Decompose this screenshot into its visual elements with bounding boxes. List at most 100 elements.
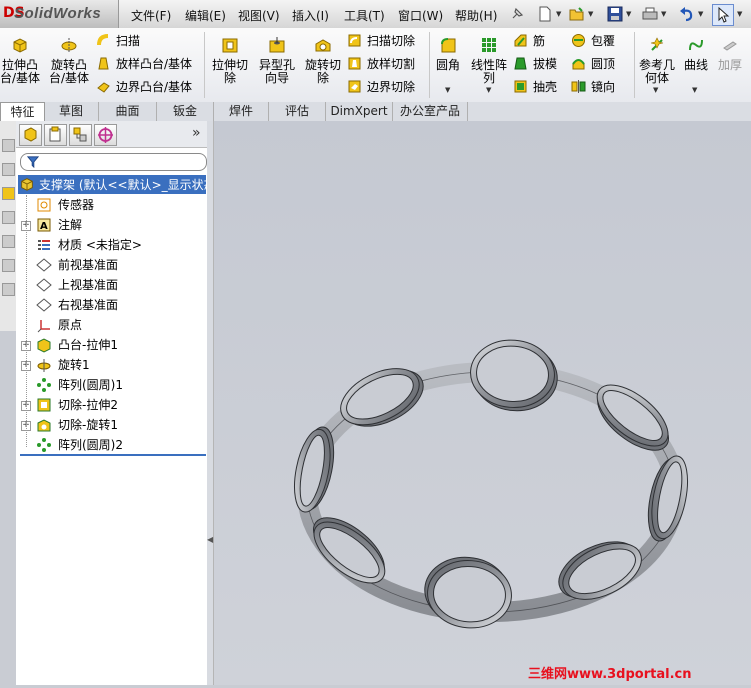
save-icon[interactable]	[606, 5, 624, 23]
tree-item[interactable]: 前视基准面	[16, 255, 204, 275]
linear-pattern-button[interactable]: 线性阵 列	[467, 36, 511, 85]
ring-pattern	[294, 339, 688, 629]
task-icon[interactable]	[2, 283, 15, 296]
menu-view[interactable]: 视图(V)	[238, 7, 280, 24]
tree-item[interactable]: + 凸台-拉伸1	[16, 335, 204, 355]
draft-label: 拔模	[533, 57, 558, 71]
feature-filter-input[interactable]	[20, 153, 207, 171]
tab-dimxpert[interactable]: DimXpert	[326, 102, 393, 121]
feature-tree-tab[interactable]	[19, 124, 42, 146]
menu-insert[interactable]: 插入(I)	[292, 7, 329, 24]
group-separator	[204, 32, 205, 98]
save-dropdown-icon[interactable]: ▼	[626, 10, 631, 18]
sweep-cut-button[interactable]: 扫描切除	[347, 32, 415, 50]
tree-item[interactable]: 阵列(圆周)2	[16, 435, 204, 455]
draft-button[interactable]: 拔模	[513, 55, 557, 73]
filter-funnel-icon	[27, 156, 39, 168]
tree-item[interactable]: 阵列(圆周)1	[16, 375, 204, 395]
tree-item[interactable]: 材质 <未指定>	[16, 235, 204, 255]
wrap-label: 包覆	[591, 34, 616, 48]
extrude-boss-button[interactable]: 拉伸凸 台/基体	[0, 36, 42, 85]
undo-dropdown-icon[interactable]: ▼	[698, 10, 703, 18]
fillet-button[interactable]: 圆角	[430, 36, 466, 72]
loft-boss-button[interactable]: 放样凸台/基体	[96, 55, 192, 73]
sweep-cut-icon	[348, 34, 361, 47]
panel-collapse-chevron[interactable]: »	[192, 125, 201, 141]
wrap-button[interactable]: 包覆	[571, 32, 615, 50]
pin-icon[interactable]	[508, 5, 526, 23]
tree-item[interactable]: + 旋转1	[16, 355, 204, 375]
revolve-cut-button[interactable]: 旋转切 除	[300, 36, 346, 85]
dome-button[interactable]: 圆顶	[571, 55, 615, 73]
tree-item-label: 传感器	[58, 198, 95, 212]
linear-pattern-icon	[482, 38, 496, 52]
tree-item[interactable]: + 切除-拉伸2	[16, 395, 204, 415]
tab-sheet-metal[interactable]: 钣金	[157, 102, 214, 121]
shell-button[interactable]: 抽壳	[513, 78, 557, 96]
fillet-dropdown-icon[interactable]: ▼	[445, 86, 450, 94]
tree-item[interactable]: + A 注解	[16, 215, 204, 235]
feature-manager-tabs: »	[16, 121, 207, 148]
mirror-button[interactable]: 镜向	[571, 78, 615, 96]
undo-icon[interactable]	[678, 5, 696, 23]
print-dropdown-icon[interactable]: ▼	[661, 10, 666, 18]
rib-button[interactable]: 筋	[513, 32, 545, 50]
tab-office-products[interactable]: 办公室产品	[393, 102, 468, 121]
sweep-button[interactable]: 扫描	[96, 32, 140, 50]
tab-features[interactable]: 特征	[0, 102, 45, 123]
splitter-arrow-icon[interactable]: ◀	[207, 535, 213, 544]
mirror-icon	[571, 80, 586, 93]
extrude-cut-button[interactable]: 拉伸切 除	[207, 36, 253, 85]
loft-cut-button[interactable]: 放样切割	[347, 55, 415, 73]
menu-window[interactable]: 窗口(W)	[398, 7, 443, 24]
menu-help[interactable]: 帮助(H)	[455, 7, 497, 24]
thicken-button[interactable]: 加厚	[713, 36, 747, 72]
task-icon[interactable]	[2, 187, 15, 200]
rollback-bar[interactable]	[20, 454, 206, 456]
curves-button[interactable]: 曲线	[680, 36, 712, 72]
graphics-area[interactable]	[214, 121, 751, 685]
task-icon[interactable]	[2, 259, 15, 272]
tab-evaluate[interactable]: 评估	[269, 102, 326, 121]
menu-file[interactable]: 文件(F)	[131, 7, 171, 24]
revolve-boss-button[interactable]: 旋转凸 台/基体	[46, 36, 92, 85]
new-dropdown-icon[interactable]: ▼	[556, 10, 561, 18]
support-frame-model[interactable]	[214, 121, 751, 685]
tree-item[interactable]: 上视基准面	[16, 275, 204, 295]
tree-item-label: 切除-拉伸2	[58, 398, 118, 412]
reference-geometry-button[interactable]: 参考几 何体	[634, 36, 680, 85]
boundary-boss-button[interactable]: 边界凸台/基体	[96, 78, 192, 96]
tree-item[interactable]: 右视基准面	[16, 295, 204, 315]
tab-weldments[interactable]: 焊件	[214, 102, 269, 121]
boundary-cut-button[interactable]: 边界切除	[347, 78, 415, 96]
property-manager-tab[interactable]	[44, 124, 67, 146]
dimxpert-manager-tab[interactable]	[94, 124, 117, 146]
wrap-icon	[572, 34, 585, 47]
open-folder-icon[interactable]	[568, 5, 586, 23]
select-dropdown-icon[interactable]: ▼	[737, 10, 742, 18]
task-icon[interactable]	[2, 211, 15, 224]
print-icon[interactable]	[641, 5, 659, 23]
open-dropdown-icon[interactable]: ▼	[588, 10, 593, 18]
command-manager-tabs: 特征 草图 曲面 钣金 焊件 评估 DimXpert 办公室产品	[0, 102, 751, 123]
tab-surfaces[interactable]: 曲面	[99, 102, 157, 121]
pattern-dropdown-icon[interactable]: ▼	[486, 86, 491, 94]
tree-item[interactable]: 传感器	[16, 195, 204, 215]
new-document-icon[interactable]	[536, 5, 554, 23]
solidworks-logo[interactable]: DS SolidWorks	[0, 0, 119, 28]
tree-root-selected[interactable]: 支撑架 (默认<<默认>_显示状态	[18, 175, 216, 194]
tree-item[interactable]: + 切除-旋转1	[16, 415, 204, 435]
hole-wizard-button[interactable]: 异型孔 向导	[254, 36, 300, 85]
ref-geometry-dropdown-icon[interactable]: ▼	[653, 86, 658, 94]
tab-sketch[interactable]: 草图	[44, 102, 99, 121]
configuration-manager-tab[interactable]	[69, 124, 92, 146]
task-icon[interactable]	[2, 235, 15, 248]
menu-tools[interactable]: 工具(T)	[344, 7, 385, 24]
menu-edit[interactable]: 编辑(E)	[185, 7, 226, 24]
task-icon[interactable]	[2, 139, 15, 152]
tree-item[interactable]: 原点	[16, 315, 204, 335]
select-tool-button[interactable]	[712, 4, 734, 26]
task-icon[interactable]	[2, 163, 15, 176]
panel-splitter[interactable]: ◀	[207, 121, 214, 685]
curves-dropdown-icon[interactable]: ▼	[692, 86, 697, 94]
